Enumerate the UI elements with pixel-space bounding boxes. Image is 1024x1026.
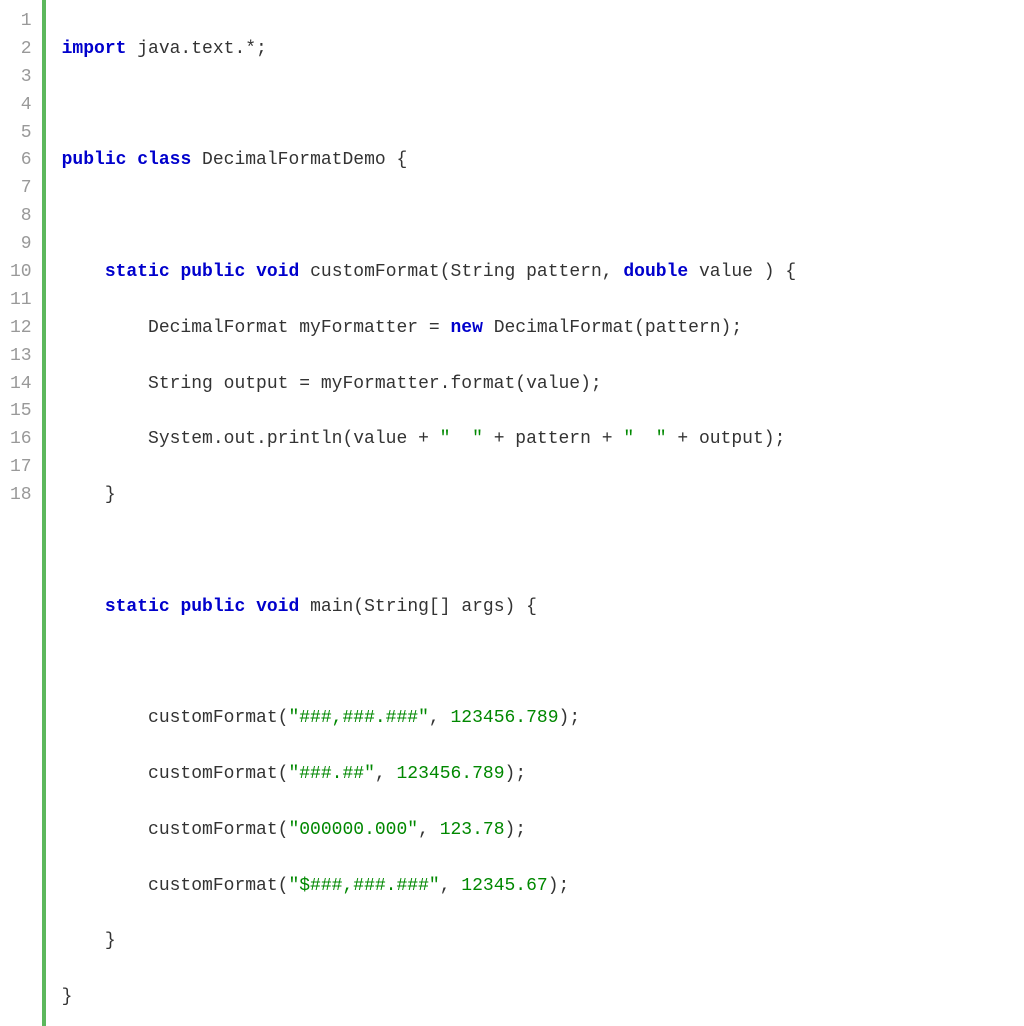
code-text: DecimalFormat myFormatter = <box>62 318 451 338</box>
keyword: class <box>137 150 191 170</box>
code-area: import java.text.*; public class Decimal… <box>46 0 797 1026</box>
line-number: 10 <box>10 259 32 287</box>
code-text: } <box>62 987 73 1007</box>
code-line: import java.text.*; <box>62 36 797 64</box>
code-text: } <box>62 931 116 951</box>
code-text: DecimalFormat(pattern); <box>483 318 742 338</box>
string-literal: "000000.000" <box>288 820 418 840</box>
code-text: System.out.println(value + <box>62 429 440 449</box>
number-literal: 12345.67 <box>461 876 547 896</box>
line-number: 9 <box>10 231 32 259</box>
code-text: , <box>375 764 397 784</box>
code-line: customFormat("###.##", 123456.789); <box>62 761 797 789</box>
code-line <box>62 538 797 566</box>
string-literal: "$###,###.###" <box>288 876 439 896</box>
line-number: 4 <box>10 92 32 120</box>
keyword: public <box>180 262 245 282</box>
keyword: void <box>256 262 299 282</box>
code-line: customFormat("$###,###.###", 12345.67); <box>62 873 797 901</box>
string-literal: " " <box>623 429 666 449</box>
line-number: 14 <box>10 371 32 399</box>
code-text: + pattern + <box>483 429 623 449</box>
code-line: customFormat("000000.000", 123.78); <box>62 817 797 845</box>
code-line: DecimalFormat myFormatter = new DecimalF… <box>62 315 797 343</box>
code-text: main(String[] args) { <box>299 597 537 617</box>
code-text: java.text.*; <box>126 39 266 59</box>
code-text: customFormat( <box>62 764 289 784</box>
code-text: ); <box>505 820 527 840</box>
code-line: } <box>62 984 797 1012</box>
string-literal: "###.##" <box>288 764 374 784</box>
line-number: 8 <box>10 203 32 231</box>
code-text: customFormat(String pattern, <box>299 262 623 282</box>
code-line: } <box>62 928 797 956</box>
code-line: } <box>62 482 797 510</box>
string-literal: "###,###.###" <box>288 708 428 728</box>
keyword: import <box>62 39 127 59</box>
number-literal: 123456.789 <box>396 764 504 784</box>
string-literal: " " <box>440 429 483 449</box>
code-line: static public void customFormat(String p… <box>62 259 797 287</box>
keyword: new <box>450 318 482 338</box>
number-literal: 123.78 <box>440 820 505 840</box>
code-text: + output); <box>667 429 786 449</box>
code-line <box>62 92 797 120</box>
line-number: 12 <box>10 315 32 343</box>
code-line: System.out.println(value + " " + pattern… <box>62 426 797 454</box>
code-text: customFormat( <box>62 820 289 840</box>
code-line: customFormat("###,###.###", 123456.789); <box>62 705 797 733</box>
code-text: ); <box>505 764 527 784</box>
line-number: 13 <box>10 343 32 371</box>
code-text: , <box>440 876 462 896</box>
code-line <box>62 203 797 231</box>
line-number: 15 <box>10 398 32 426</box>
keyword: void <box>256 597 299 617</box>
line-number: 5 <box>10 120 32 148</box>
code-text: , <box>429 708 451 728</box>
keyword: static <box>105 262 170 282</box>
code-text: customFormat( <box>62 876 289 896</box>
code-text: DecimalFormatDemo { <box>191 150 407 170</box>
code-text: customFormat( <box>62 708 289 728</box>
line-number: 16 <box>10 426 32 454</box>
line-number: 7 <box>10 175 32 203</box>
code-line: public class DecimalFormatDemo { <box>62 147 797 175</box>
code-text: value ) { <box>688 262 796 282</box>
line-number: 18 <box>10 482 32 510</box>
line-number: 17 <box>10 454 32 482</box>
code-text: ); <box>559 708 581 728</box>
keyword: static <box>105 597 170 617</box>
code-line <box>62 649 797 677</box>
line-number: 1 <box>10 8 32 36</box>
code-text: String output = myFormatter.format(value… <box>62 374 602 394</box>
keyword: double <box>623 262 688 282</box>
line-number: 3 <box>10 64 32 92</box>
line-number: 11 <box>10 287 32 315</box>
code-line: String output = myFormatter.format(value… <box>62 371 797 399</box>
line-number: 6 <box>10 147 32 175</box>
code-line: static public void main(String[] args) { <box>62 594 797 622</box>
code-text: } <box>62 485 116 505</box>
code-text: ); <box>548 876 570 896</box>
number-literal: 123456.789 <box>451 708 559 728</box>
code-text: , <box>418 820 440 840</box>
line-number: 2 <box>10 36 32 64</box>
keyword: public <box>180 597 245 617</box>
keyword: public <box>62 150 127 170</box>
line-number-gutter: 1 2 3 4 5 6 7 8 9 10 11 12 13 14 15 16 1… <box>0 0 38 1026</box>
